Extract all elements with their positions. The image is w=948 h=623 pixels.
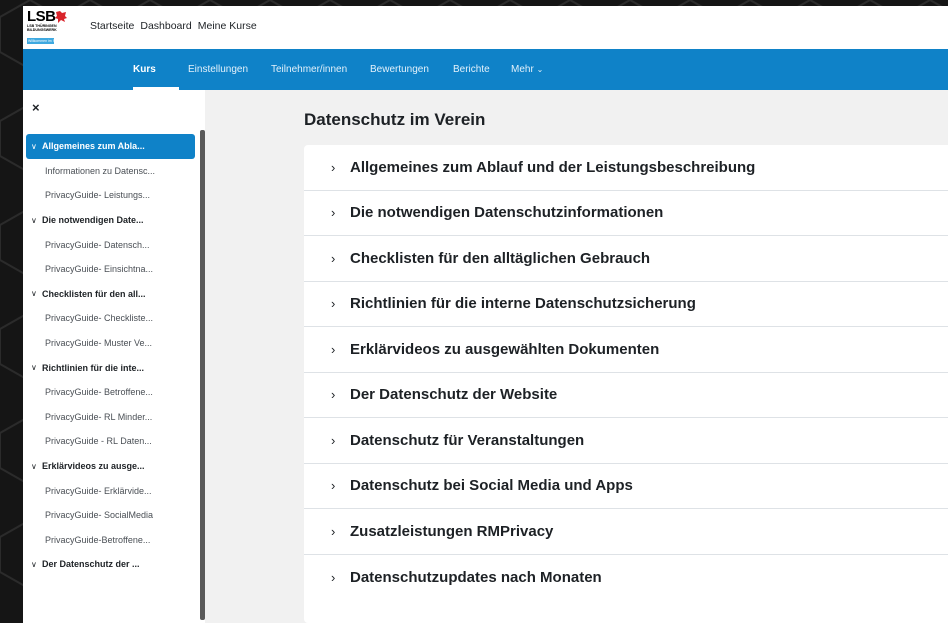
sidebar-section-item[interactable]: ∨ Erklärvideos zu ausge... <box>23 454 195 479</box>
logo-subtitle: LSB THÜRINGEN BILDUNGSWERK <box>27 24 57 32</box>
sidebar-activity-item[interactable]: PrivacyGuide- Datensch... <box>23 232 195 257</box>
course-section-row[interactable]: › Datenschutzupdates nach Monaten <box>304 555 948 601</box>
nav-dashboard[interactable]: Dashboard <box>140 20 191 32</box>
sidebar-section-item[interactable]: ∨ Die notwendigen Date... <box>23 208 195 233</box>
section-title[interactable]: Datenschutz bei Social Media und Apps <box>350 477 633 494</box>
logo-text: LSB <box>27 8 56 25</box>
sidebar-activity-item[interactable]: PrivacyGuide-Betroffene... <box>23 528 195 553</box>
section-title[interactable]: Erklärvideos zu ausgewählten Dokumenten <box>350 341 659 358</box>
tab-kurs[interactable]: Kurs <box>133 64 156 75</box>
top-navbar: LSB LSB THÜRINGEN BILDUNGSWERK Willkomme… <box>23 6 948 49</box>
nav-meine-kurse[interactable]: Meine Kurse <box>198 20 257 32</box>
section-title[interactable]: Datenschutzupdates nach Monaten <box>350 569 602 586</box>
sidebar-item-label: PrivacyGuide - RL Daten... <box>45 436 152 447</box>
primary-nav: Startseite Dashboard Meine Kurse <box>90 20 263 32</box>
sidebar-item-label: PrivacyGuide- Erklärvide... <box>45 485 152 496</box>
sidebar-activity-item[interactable]: PrivacyGuide- Muster Ve... <box>23 331 195 356</box>
tab-bewertungen[interactable]: Bewertungen <box>370 64 429 75</box>
sidebar-activity-item[interactable]: PrivacyGuide- Checkliste... <box>23 306 195 331</box>
main-content: Datenschutz im Verein › Allgemeines zum A… <box>205 90 948 623</box>
chevron-down-icon: ∨ <box>31 559 37 569</box>
chevron-down-icon: ∨ <box>31 289 37 299</box>
course-section-row[interactable]: › Die notwendigen Datenschutzinformatione… <box>304 191 948 236</box>
chevron-down-icon: ∨ <box>31 363 37 373</box>
tab-einstellungen[interactable]: Einstellungen <box>188 64 248 75</box>
sidebar-activity-item[interactable]: PrivacyGuide - RL Daten... <box>23 429 195 454</box>
sidebar-item-label: Richtlinien für die inte... <box>42 362 145 373</box>
nav-startseite[interactable]: Startseite <box>90 20 134 32</box>
sidebar-item-label: PrivacyGuide- Einsichtna... <box>45 264 154 275</box>
chevron-right-icon[interactable]: › <box>331 296 335 311</box>
sidebar-item-label: PrivacyGuide- Datensch... <box>45 239 150 250</box>
sidebar-activity-item[interactable]: PrivacyGuide- Einsichtna... <box>23 257 195 282</box>
sidebar-item-label: PrivacyGuide-Betroffene... <box>45 534 151 545</box>
chevron-down-icon: ∨ <box>31 141 37 151</box>
chevron-down-icon: ⌄ <box>536 65 544 74</box>
chevron-right-icon[interactable]: › <box>331 524 335 539</box>
chevron-right-icon[interactable]: › <box>331 342 335 357</box>
course-index-drawer: × ∨ Allgemeines zum Abla... Informationen … <box>23 90 205 623</box>
sidebar-item-label: PrivacyGuide- Checkliste... <box>45 313 154 324</box>
chevron-right-icon[interactable]: › <box>331 205 335 220</box>
section-title[interactable]: Allgemeines zum Ablauf und der Leistungs… <box>350 159 755 176</box>
sidebar-item-label: PrivacyGuide- SocialMedia <box>45 510 154 521</box>
browser-content: LSB LSB THÜRINGEN BILDUNGSWERK Willkomme… <box>23 6 948 623</box>
lion-emblem-icon <box>55 11 67 23</box>
sidebar-item-label: Informationen zu Datensc... <box>45 165 156 176</box>
close-drawer-icon[interactable]: × <box>32 100 40 115</box>
sidebar-activity-item[interactable]: Informationen zu Datensc... <box>23 159 195 184</box>
section-title[interactable]: Zusatzleistungen RMPrivacy <box>350 523 553 540</box>
sidebar-section-item[interactable]: ∨ Der Datenschutz der ... <box>23 552 195 577</box>
sidebar-item-label: Checklisten für den all... <box>42 288 146 299</box>
section-title[interactable]: Datenschutz für Veranstaltungen <box>350 432 584 449</box>
tab-teilnehmer[interactable]: Teilnehmer/innen <box>271 64 347 75</box>
section-title[interactable]: Der Datenschutz der Website <box>350 386 557 403</box>
course-section-row[interactable]: › Allgemeines zum Ablauf und der Leistung… <box>304 145 948 191</box>
chevron-right-icon[interactable]: › <box>331 251 335 266</box>
site-logo[interactable]: LSB LSB THÜRINGEN BILDUNGSWERK Willkomme… <box>27 8 71 44</box>
sidebar-item-label: Erklärvideos zu ausge... <box>42 461 145 472</box>
sidebar-section-item[interactable]: ∨ Allgemeines zum Abla... <box>26 134 195 159</box>
course-nav: Kurs Einstellungen Teilnehmer/innen Bewe… <box>23 49 948 90</box>
course-section-row[interactable]: › Checklisten für den alltäglichen Gebrau… <box>304 236 948 282</box>
course-section-row[interactable]: › Erklärvideos zu ausgewählten Dokumenten <box>304 327 948 373</box>
sidebar-item-label: PrivacyGuide- RL Minder... <box>45 411 153 422</box>
tab-berichte[interactable]: Berichte <box>453 64 490 75</box>
sidebar-item-label: PrivacyGuide- Muster Ve... <box>45 338 153 349</box>
chevron-right-icon[interactable]: › <box>331 433 335 448</box>
tab-mehr[interactable]: Mehr ⌄ <box>511 64 543 75</box>
chevron-down-icon: ∨ <box>31 461 37 471</box>
chevron-right-icon[interactable]: › <box>331 570 335 585</box>
sidebar-activity-item[interactable]: PrivacyGuide- Betroffene... <box>23 380 195 405</box>
course-section-row[interactable]: › Datenschutz für Veranstaltungen <box>304 418 948 464</box>
chevron-down-icon: ∨ <box>31 215 37 225</box>
course-section-row[interactable]: › Datenschutz bei Social Media und Apps <box>304 464 948 509</box>
sidebar-item-label: PrivacyGuide- Betroffene... <box>45 387 153 398</box>
section-title[interactable]: Checklisten für den alltäglichen Gebrauc… <box>350 250 650 267</box>
chevron-right-icon[interactable]: › <box>331 387 335 402</box>
section-title[interactable]: Richtlinien für die interne Datenschutzs… <box>350 295 696 312</box>
course-section-row[interactable]: › Richtlinien für die interne Datenschutz… <box>304 282 948 327</box>
sidebar-item-label: Allgemeines zum Abla... <box>42 141 145 152</box>
chevron-right-icon[interactable]: › <box>331 478 335 493</box>
sidebar-item-label: Der Datenschutz der ... <box>42 559 140 570</box>
course-index-list: ∨ Allgemeines zum Abla... Informationen zu… <box>23 134 195 577</box>
course-section-row[interactable]: › Der Datenschutz der Website <box>304 373 948 418</box>
sidebar-section-item[interactable]: ∨ Richtlinien für die inte... <box>23 355 195 380</box>
section-title[interactable]: Die notwendigen Datenschutzinformationen <box>350 204 663 221</box>
logo-badge: Willkommen im Sport <box>27 38 54 44</box>
sidebar-activity-item[interactable]: PrivacyGuide- Erklärvide... <box>23 478 195 503</box>
course-section-row[interactable]: › Zusatzleistungen RMPrivacy <box>304 509 948 555</box>
sidebar-activity-item[interactable]: PrivacyGuide- SocialMedia <box>23 503 195 528</box>
sidebar-activity-item[interactable]: PrivacyGuide- RL Minder... <box>23 405 195 430</box>
page-title: Datenschutz im Verein <box>304 110 486 129</box>
sidebar-item-label: Die notwendigen Date... <box>42 215 144 226</box>
tab-mehr-label: Mehr <box>511 64 534 75</box>
sidebar-item-label: PrivacyGuide- Leistungs... <box>45 190 151 201</box>
sidebar-section-item[interactable]: ∨ Checklisten für den all... <box>23 282 195 307</box>
sidebar-activity-item[interactable]: PrivacyGuide- Leistungs... <box>23 183 195 208</box>
chevron-right-icon[interactable]: › <box>331 160 335 175</box>
course-sections-card: › Allgemeines zum Ablauf und der Leistung… <box>304 145 948 623</box>
